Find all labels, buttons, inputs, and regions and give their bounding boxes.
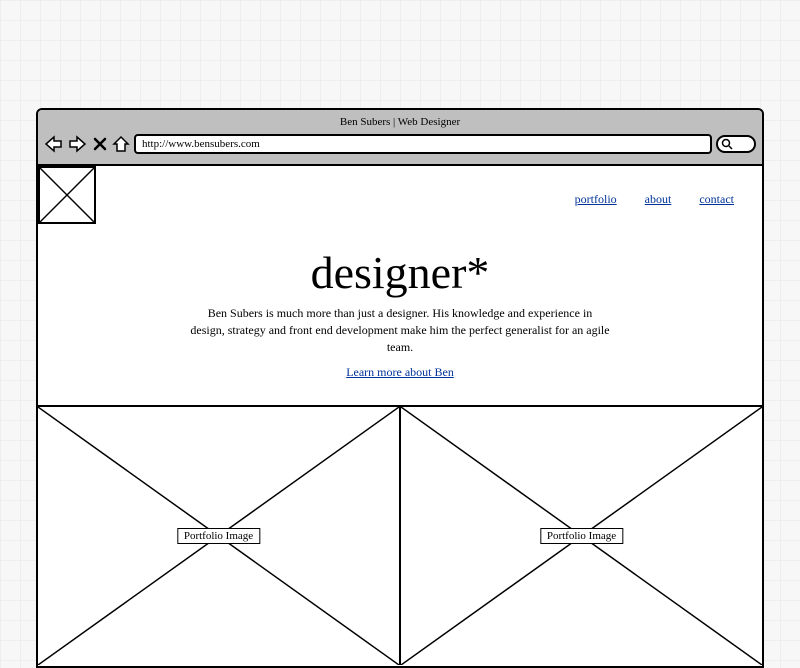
- search-pill[interactable]: [716, 135, 756, 153]
- portfolio-label-2: Portfolio Image: [540, 528, 623, 544]
- search-icon: [721, 138, 733, 150]
- logo-placeholder: [38, 166, 96, 224]
- hero-body: Ben Subers is much more than just a desi…: [190, 305, 610, 355]
- url-input[interactable]: [134, 134, 712, 154]
- page-content: portfolio about contact designer* Ben Su…: [38, 166, 762, 666]
- nav-about[interactable]: about: [645, 192, 672, 207]
- portfolio-row: Portfolio Image Portfolio Image: [38, 405, 762, 665]
- stop-icon[interactable]: [92, 136, 108, 152]
- portfolio-item-2[interactable]: Portfolio Image: [401, 407, 762, 665]
- portfolio-item-1[interactable]: Portfolio Image: [38, 407, 401, 665]
- home-icon[interactable]: [112, 135, 130, 153]
- browser-chrome: Ben Subers | Web Designer: [38, 110, 762, 166]
- browser-window: Ben Subers | Web Designer portfo: [36, 108, 764, 668]
- nav-contact[interactable]: contact: [699, 192, 734, 207]
- browser-title: Ben Subers | Web Designer: [44, 114, 756, 134]
- browser-toolbar: [44, 134, 756, 154]
- main-nav: portfolio about contact: [575, 192, 734, 207]
- portfolio-label-1: Portfolio Image: [177, 528, 260, 544]
- forward-icon[interactable]: [68, 135, 88, 153]
- hero-heading: designer*: [38, 246, 762, 299]
- hero-cta-link[interactable]: Learn more about Ben: [346, 365, 454, 380]
- nav-portfolio[interactable]: portfolio: [575, 192, 617, 207]
- back-icon[interactable]: [44, 135, 64, 153]
